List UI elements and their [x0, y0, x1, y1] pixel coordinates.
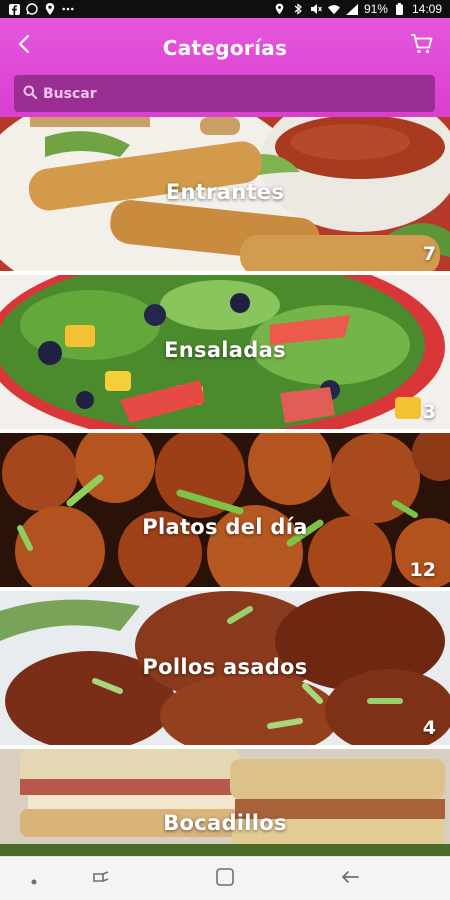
system-nav-bar	[0, 856, 450, 900]
whatsapp-icon	[26, 3, 38, 15]
home-icon	[215, 867, 235, 891]
more-icon	[62, 3, 74, 15]
category-count: 12	[409, 559, 436, 581]
wifi-icon	[327, 3, 340, 15]
category-photo	[0, 433, 450, 587]
recents-button[interactable]	[90, 867, 114, 891]
category-name: Entrantes	[165, 180, 285, 204]
system-back-button[interactable]	[338, 867, 362, 891]
status-left	[8, 3, 74, 15]
status-bar: 91% 14:09	[0, 0, 450, 18]
status-right: 91% 14:09	[274, 2, 442, 16]
mute-icon	[310, 3, 322, 15]
cart-button[interactable]	[408, 32, 436, 60]
recents-icon	[92, 869, 112, 889]
category-card-platos-del-dia[interactable]: Platos del día 12	[0, 433, 450, 587]
category-name: Pollos asados	[142, 655, 308, 679]
battery-icon	[394, 3, 406, 15]
cart-icon	[410, 33, 434, 59]
home-button[interactable]	[213, 867, 237, 891]
category-name: Ensaladas	[164, 338, 286, 362]
category-list: Entrantes 7 Ensaladas 3 Platos del día 1…	[0, 117, 450, 856]
search-icon	[23, 84, 38, 103]
location-icon	[274, 3, 286, 15]
category-name: Platos del día	[142, 515, 308, 539]
nav-dot-button[interactable]	[22, 867, 46, 891]
category-card-ensaladas[interactable]: Ensaladas 3	[0, 275, 450, 429]
battery-percent: 91%	[363, 2, 388, 16]
location-icon	[44, 3, 56, 15]
search-input[interactable]	[41, 84, 425, 103]
bluetooth-icon	[292, 3, 304, 15]
clock: 14:09	[411, 2, 442, 16]
category-card-pollos-asados[interactable]: Pollos asados 4	[0, 591, 450, 745]
signal-icon	[345, 3, 358, 15]
app-header: Categorías	[0, 18, 450, 117]
category-count: 7	[422, 243, 436, 265]
dot-icon	[31, 870, 37, 889]
page-title: Categorías	[162, 36, 288, 60]
back-icon	[340, 869, 360, 889]
category-count: 3	[422, 401, 436, 423]
category-name: Bocadillos	[163, 811, 287, 835]
category-card-bocadillos[interactable]: Bocadillos	[0, 749, 450, 856]
search-bar[interactable]	[14, 75, 435, 112]
facebook-icon	[8, 3, 20, 15]
category-photo	[0, 749, 450, 856]
category-card-entrantes[interactable]: Entrantes 7	[0, 117, 450, 271]
category-count: 4	[422, 717, 436, 739]
